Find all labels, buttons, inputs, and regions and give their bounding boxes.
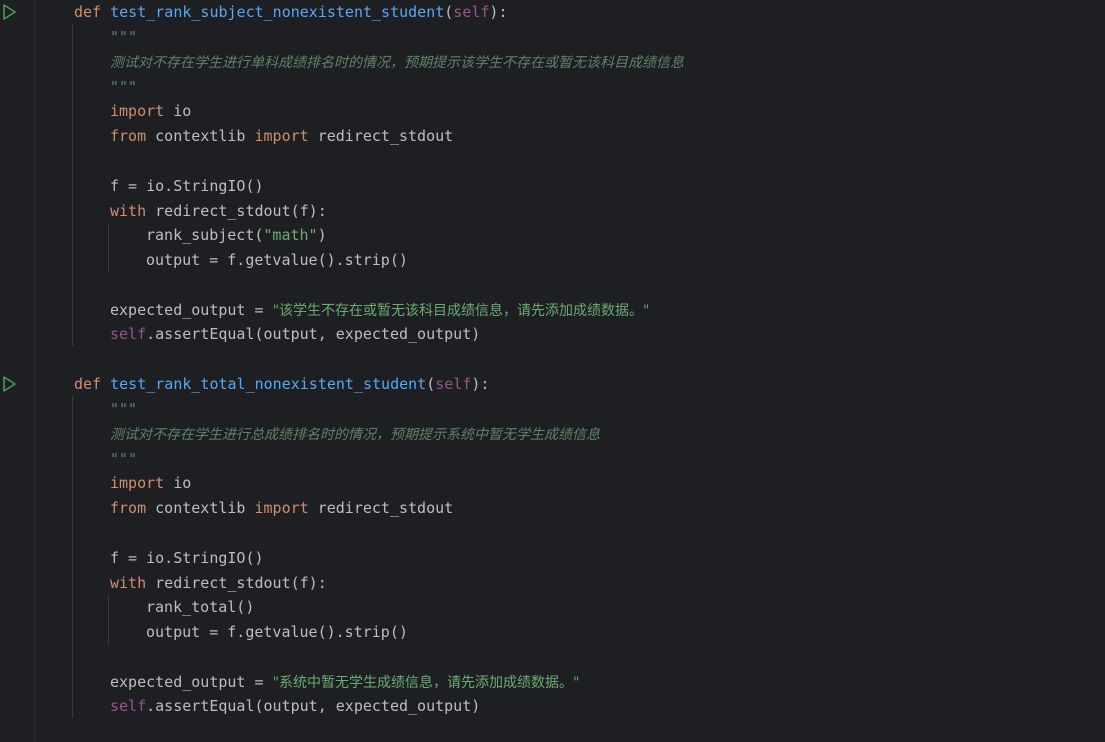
code-line[interactable]: """ xyxy=(110,75,137,100)
code-line[interactable]: rank_total() xyxy=(146,595,254,620)
docstring-quote: """ xyxy=(110,28,138,46)
code-line[interactable]: f = io.StringIO() xyxy=(110,546,264,571)
code-line[interactable]: from contextlib import redirect_stdout xyxy=(110,124,453,149)
code-line[interactable]: import io xyxy=(110,99,191,124)
code-line[interactable]: """ xyxy=(110,25,137,50)
indent-guide xyxy=(108,595,109,645)
docstring-quote: """ xyxy=(110,78,138,96)
function-name: test_rank_total_nonexistent_student xyxy=(110,375,427,393)
code-line[interactable]: def test_rank_total_nonexistent_student(… xyxy=(74,372,489,397)
docstring-quote: """ xyxy=(110,450,138,468)
expected-string: "该学生不存在或暂无该科目成绩信息，请先添加成绩数据。" xyxy=(272,303,650,319)
run-test-icon[interactable] xyxy=(2,4,16,20)
expected-string: "系统中暂无学生成绩信息，请先添加成绩数据。" xyxy=(272,675,580,691)
indent-guide xyxy=(72,396,73,718)
code-line[interactable]: def test_rank_subject_nonexistent_studen… xyxy=(74,0,507,25)
docstring-quote: """ xyxy=(110,400,138,418)
code-line[interactable]: import io xyxy=(110,471,191,496)
indent-guide xyxy=(108,223,109,273)
keyword-def: def xyxy=(74,375,102,393)
docstring-text: 测试对不存在学生进行总成绩排名时的情况，预期提示系统中暂无学生成绩信息 xyxy=(110,427,600,443)
gutter-divider xyxy=(34,0,35,742)
function-name: test_rank_subject_nonexistent_student xyxy=(110,3,445,21)
run-test-icon[interactable] xyxy=(2,376,16,392)
code-line[interactable]: expected_output = "系统中暂无学生成绩信息，请先添加成绩数据。… xyxy=(110,670,579,695)
code-line[interactable]: rank_subject("math") xyxy=(146,223,327,248)
code-line[interactable]: self.assertEqual(output, expected_output… xyxy=(110,694,480,719)
indent-guide xyxy=(72,24,73,346)
code-line[interactable]: 测试对不存在学生进行单科成绩排名时的情况，预期提示该学生不存在或暂无该科目成绩信… xyxy=(110,50,684,75)
code-line[interactable]: self.assertEqual(output, expected_output… xyxy=(110,322,480,347)
code-line[interactable]: """ xyxy=(110,397,137,422)
code-line[interactable]: with redirect_stdout(f): xyxy=(110,199,327,224)
code-line[interactable]: with redirect_stdout(f): xyxy=(110,571,327,596)
code-line[interactable]: 测试对不存在学生进行总成绩排名时的情况，预期提示系统中暂无学生成绩信息 xyxy=(110,422,600,447)
keyword-def: def xyxy=(74,3,102,21)
code-line[interactable]: output = f.getvalue().strip() xyxy=(146,620,408,645)
code-line[interactable]: f = io.StringIO() xyxy=(110,174,264,199)
code-line[interactable]: expected_output = "该学生不存在或暂无该科目成绩信息，请先添加… xyxy=(110,298,649,323)
gutter xyxy=(0,0,34,742)
self-param: self xyxy=(435,375,472,393)
self-param: self xyxy=(453,3,490,21)
code-line[interactable]: """ xyxy=(110,447,137,472)
code-editor[interactable]: def test_rank_subject_nonexistent_studen… xyxy=(0,0,1105,742)
docstring-text: 测试对不存在学生进行单科成绩排名时的情况，预期提示该学生不存在或暂无该科目成绩信… xyxy=(110,55,684,71)
code-line[interactable]: from contextlib import redirect_stdout xyxy=(110,496,453,521)
code-line[interactable]: output = f.getvalue().strip() xyxy=(146,248,408,273)
